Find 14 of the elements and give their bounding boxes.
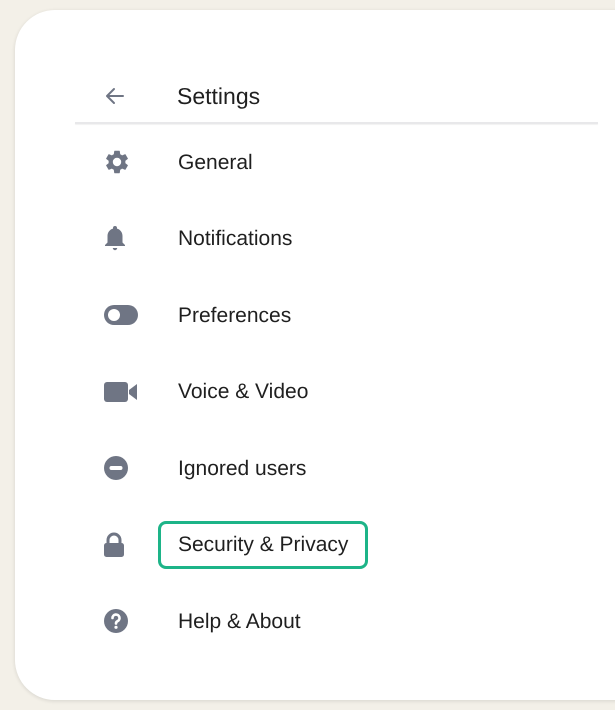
settings-menu-item[interactable]: General — [158, 138, 273, 186]
video-camera-icon — [103, 380, 139, 404]
settings-menu-item[interactable]: Ignored users — [158, 444, 326, 492]
settings-menu-item[interactable]: Voice & Video — [158, 368, 328, 416]
page-title: Settings — [176, 82, 260, 111]
settings-menu-item[interactable]: Preferences — [158, 292, 312, 339]
settings-menu-item[interactable]: Security & Privacy — [158, 521, 368, 568]
settings-menu-item[interactable]: Notifications — [158, 215, 312, 262]
settings-menu-item[interactable]: Help & About — [158, 598, 321, 645]
toggle-icon — [103, 303, 139, 328]
bell-icon — [103, 224, 127, 253]
padlock-icon — [103, 532, 125, 558]
minus-circle-icon — [103, 455, 129, 482]
question-circle-icon — [103, 608, 129, 634]
